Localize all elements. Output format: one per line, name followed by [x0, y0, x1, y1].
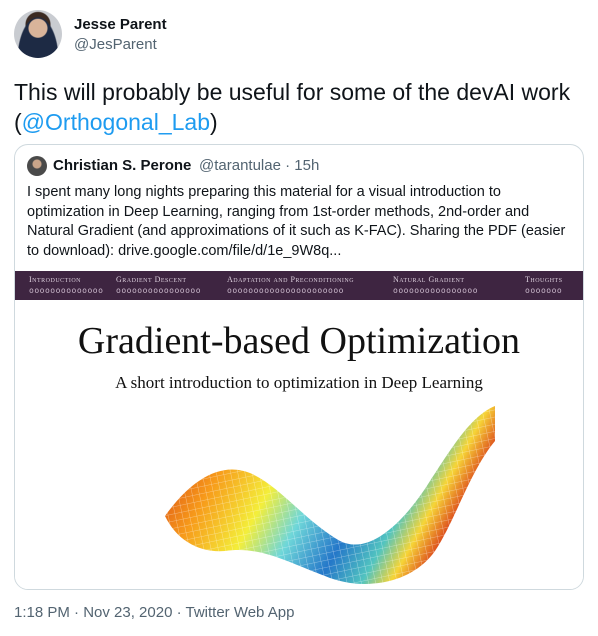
quoted-text: I spent many long nights preparing this …	[27, 184, 566, 259]
tweet-header: Jesse Parent @JesParent	[14, 10, 584, 60]
quoted-tweet[interactable]: Christian S. Perone @tarantulae · 15h I …	[14, 144, 584, 590]
nav-dots: oooooooooooooooooooooo	[227, 286, 344, 295]
nav-gradient-descent: Gradient Descent	[116, 275, 187, 284]
nav-dots: oooooooooooooooo	[393, 286, 479, 295]
tweet-timestamp[interactable]: 1:18 PM · Nov 23, 2020 · Twitter Web App	[14, 604, 294, 621]
author-handle[interactable]: @JesParent	[74, 36, 157, 53]
avatar[interactable]	[14, 10, 62, 58]
nav-natural-gradient: Natural Gradient	[393, 275, 465, 284]
tweet-body: This will probably be useful for some of…	[14, 79, 571, 105]
quoted-avatar	[27, 156, 47, 176]
nav-introduction: Introduction	[29, 275, 81, 284]
nav-dots: ooooooo	[525, 286, 563, 295]
paren-close: )	[209, 109, 218, 135]
slide-image[interactable]: Introduction oooooooooooooo Gradient Des…	[15, 271, 583, 589]
surface-plot-image	[165, 406, 495, 584]
nav-thoughts: Thoughts	[525, 275, 563, 284]
paren-open: (	[14, 109, 22, 135]
slide-subtitle: A short introduction to optimization in …	[115, 373, 483, 392]
quoted-header: Christian S. Perone @tarantulae · 15h	[27, 156, 577, 176]
nav-dots: oooooooooooooo	[29, 286, 104, 295]
nav-dots: oooooooooooooooo	[116, 286, 202, 295]
slide-title: Gradient-based Optimization	[77, 320, 521, 362]
tweet-text: This will probably be useful for some of…	[14, 77, 584, 137]
slide-nav-bar: Introduction oooooooooooooo Gradient Des…	[15, 271, 583, 300]
quoted-author-name: Christian S. Perone	[53, 157, 192, 174]
author-name[interactable]: Jesse Parent	[74, 16, 167, 33]
quoted-meta: @tarantulae · 15h	[199, 157, 320, 174]
mention-link[interactable]: @Orthogonal_Lab	[22, 109, 210, 135]
nav-adaptation: Adaptation and Preconditioning	[227, 275, 355, 284]
